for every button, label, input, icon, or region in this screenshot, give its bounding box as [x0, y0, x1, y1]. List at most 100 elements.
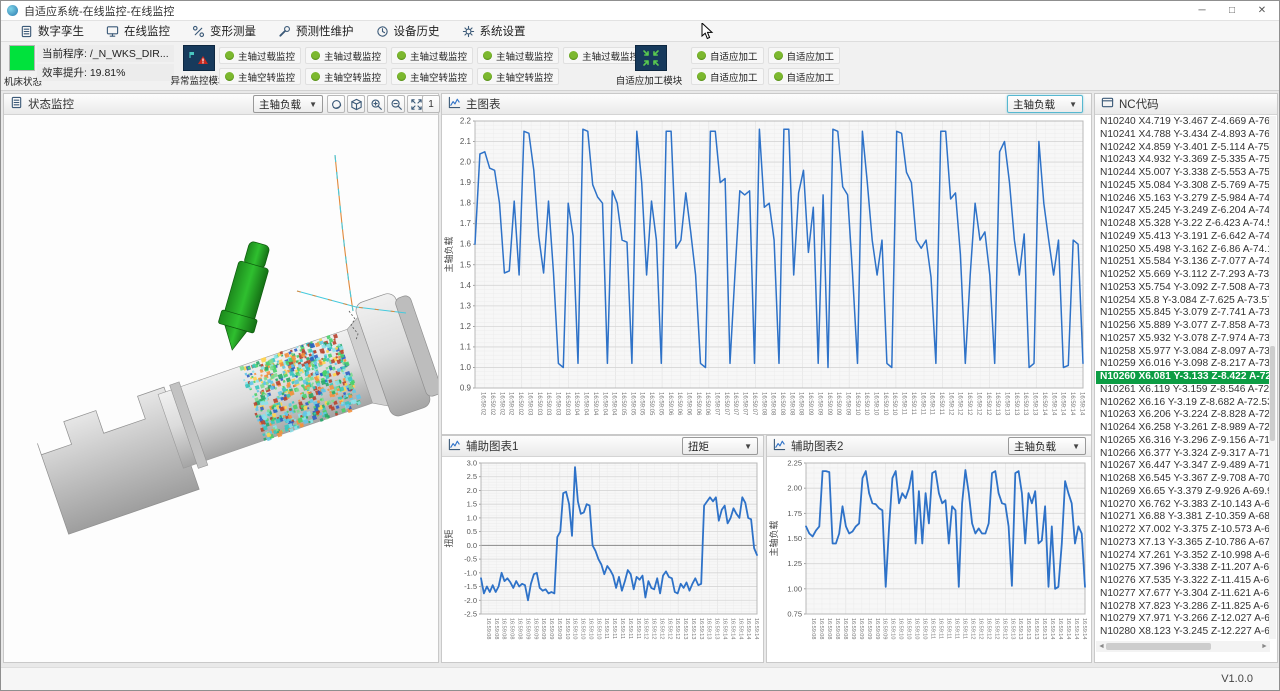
- main-chart-canvas[interactable]: 0.91.01.11.21.31.41.51.61.71.81.92.02.12…: [443, 115, 1091, 439]
- menu-item-system-settings[interactable]: 系统设置: [451, 21, 537, 41]
- nc-line[interactable]: N10272 X7.002 Y-3.375 Z-10.573 A-68.05: [1096, 524, 1271, 537]
- svg-text:16:59:10: 16:59:10: [898, 618, 904, 639]
- idle-monitor-chip[interactable]: 主轴空转监控: [391, 68, 473, 85]
- nc-vscroll-thumb[interactable]: [1270, 346, 1275, 441]
- nc-line[interactable]: N10263 X6.206 Y-3.224 Z-8.828 A-72.33 C: [1096, 409, 1271, 422]
- adaptive-module-icon[interactable]: [635, 45, 667, 71]
- svg-text:16:59:14: 16:59:14: [745, 618, 751, 639]
- nc-code-list[interactable]: N10240 X4.719 Y-3.467 Z-4.669 A-76.396N1…: [1096, 116, 1271, 639]
- adaptive-job-chip[interactable]: 自适应加工: [768, 68, 841, 85]
- nc-line[interactable]: N10247 X5.245 Y-3.249 Z-6.204 A-74.701: [1096, 205, 1271, 218]
- nc-line[interactable]: N10268 X6.545 Y-3.367 Z-9.708 A-70.519: [1096, 473, 1271, 486]
- adaptive-job-chip[interactable]: 自适应加工: [691, 68, 764, 85]
- nc-line[interactable]: N10264 X6.258 Y-3.261 Z-8.989 A-72.072: [1096, 422, 1271, 435]
- nc-line[interactable]: N10245 X5.084 Y-3.308 Z-5.769 A-75.088: [1096, 180, 1271, 193]
- iso-view-button[interactable]: [347, 95, 365, 113]
- nc-line[interactable]: N10262 X6.16 Y-3.19 Z-8.682 A-72.534 C: [1096, 397, 1271, 410]
- nc-line[interactable]: N10269 X6.65 Y-3.379 Z-9.926 A-69.947 C: [1096, 486, 1271, 499]
- aux-chart1-selector[interactable]: 扭矩▼: [682, 437, 758, 455]
- nc-line[interactable]: N10278 X7.823 Y-3.286 Z-11.825 A-63.73: [1096, 601, 1271, 614]
- menu-item-digital-twin[interactable]: 数字孪生: [9, 21, 95, 41]
- svg-text:1.0: 1.0: [460, 363, 472, 372]
- nc-line[interactable]: N10266 X6.377 Y-3.324 Z-9.317 A-71.443: [1096, 448, 1271, 461]
- adaptive-job-chip[interactable]: 自适应加工: [691, 47, 764, 64]
- nc-line[interactable]: N10254 X5.8 Y-3.084 Z-7.625 A-73.571 C: [1096, 295, 1271, 308]
- aux-chart2-selector[interactable]: 主轴负载▼: [1008, 437, 1086, 455]
- nc-line[interactable]: N10280 X8.123 Y-3.245 Z-12.227 A-62.23: [1096, 626, 1271, 639]
- nc-line[interactable]: N10258 X5.977 Y-3.084 Z-8.097 A-73.138: [1096, 346, 1271, 359]
- overload-monitor-chip[interactable]: 主轴过载监控: [391, 47, 473, 64]
- nc-line[interactable]: N10276 X7.535 Y-3.322 Z-11.415 A-65.22: [1096, 575, 1271, 588]
- close-button[interactable]: ✕: [1247, 1, 1277, 20]
- svg-text:2.0: 2.0: [460, 158, 472, 167]
- nc-line[interactable]: N10248 X5.328 Y-3.22 Z-6.423 A-74.52 C: [1096, 218, 1271, 231]
- svg-text:16:59:08: 16:59:08: [834, 618, 840, 639]
- nc-line-selected[interactable]: N10260 X6.081 Y-3.133 Z-8.422 A-72.835: [1096, 371, 1271, 384]
- nc-line[interactable]: N10261 X6.119 Y-3.159 Z-8.546 A-72.701: [1096, 384, 1271, 397]
- nc-line[interactable]: N10252 X5.669 Y-3.112 Z-7.293 A-73.844: [1096, 269, 1271, 282]
- menu-item-online-monitor[interactable]: 在线监控: [95, 21, 181, 41]
- nc-line[interactable]: N10244 X5.007 Y-3.338 Z-5.553 A-75.297: [1096, 167, 1271, 180]
- status-dot-icon: [569, 51, 578, 60]
- zoom-out-button[interactable]: [387, 95, 405, 113]
- nc-line[interactable]: N10250 X5.498 Y-3.162 Z-6.86 A-74.178 C: [1096, 244, 1271, 257]
- scroll-right-arrow[interactable]: ►: [1260, 642, 1269, 651]
- menu-item-deform-measure[interactable]: 变形测量: [181, 21, 267, 41]
- nc-line[interactable]: N10246 X5.163 Y-3.279 Z-5.984 A-74.892: [1096, 193, 1271, 206]
- nc-line[interactable]: N10251 X5.584 Y-3.136 Z-7.077 A-74.012: [1096, 256, 1271, 269]
- nc-line[interactable]: N10257 X5.932 Y-3.078 Z-7.974 A-73.243: [1096, 333, 1271, 346]
- svg-text:16:59:04: 16:59:04: [583, 392, 589, 416]
- nc-hscroll-thumb[interactable]: [1106, 643, 1211, 650]
- nc-line[interactable]: N10274 X7.261 Y-3.352 Z-10.998 A-66.67: [1096, 550, 1271, 563]
- nc-line[interactable]: N10267 X6.447 Y-3.347 Z-9.489 A-71.055: [1096, 460, 1271, 473]
- main-chart-selector[interactable]: 主轴负载▼: [1007, 95, 1083, 113]
- nc-line[interactable]: N10271 X6.88 Y-3.381 Z-10.359 A-68.711: [1096, 511, 1271, 524]
- nc-line[interactable]: N10279 X7.971 Y-3.266 Z-12.027 A-62.98: [1096, 613, 1271, 626]
- nc-line[interactable]: N10275 X7.396 Y-3.338 Z-11.207 A-65.95: [1096, 562, 1271, 575]
- svg-text:16:59:08: 16:59:08: [493, 618, 499, 639]
- nc-line[interactable]: N10270 X6.762 Y-3.383 Z-10.143 A-69.34: [1096, 499, 1271, 512]
- aux-chart1-canvas[interactable]: -2.5-2.0-1.5-1.0-0.50.00.51.01.52.02.53.…: [443, 457, 763, 667]
- menu-item-device-history[interactable]: 设备历史: [365, 21, 451, 41]
- nc-line[interactable]: N10255 X5.845 Y-3.079 Z-7.741 A-73.458: [1096, 307, 1271, 320]
- chip-label: 主轴空转监控: [410, 70, 467, 84]
- idle-monitor-chip[interactable]: 主轴空转监控: [305, 68, 387, 85]
- zoom-in-button[interactable]: [367, 95, 385, 113]
- view-index-button[interactable]: 1: [422, 95, 440, 113]
- nc-line[interactable]: N10253 X5.754 Y-3.092 Z-7.508 A-73.677: [1096, 282, 1271, 295]
- nc-line[interactable]: N10256 X5.889 Y-3.077 Z-7.858 A-73.348: [1096, 320, 1271, 333]
- idle-monitor-chip[interactable]: 主轴空转监控: [219, 68, 301, 85]
- aux-chart2-canvas[interactable]: 0.751.001.251.501.752.002.2516:59:0816:5…: [768, 457, 1091, 667]
- nc-line[interactable]: N10277 X7.677 Y-3.304 Z-11.621 A-64.48: [1096, 588, 1271, 601]
- nc-line[interactable]: N10240 X4.719 Y-3.467 Z-4.669 A-76.396: [1096, 116, 1271, 129]
- overload-monitor-chip[interactable]: 主轴过载监控: [305, 47, 387, 64]
- aux-chart1-selector-value: 扭矩: [688, 439, 709, 454]
- current-program-row: 当前程序: /_N_WKS_DIR...: [37, 45, 174, 62]
- menu-item-predictive-maintenance[interactable]: 预测性维护: [267, 21, 365, 41]
- nc-horizontal-scrollbar[interactable]: ◄ ►: [1096, 641, 1270, 652]
- 3d-viewport[interactable]: [4, 115, 438, 662]
- svg-text:16:59:14: 16:59:14: [1041, 392, 1047, 416]
- nc-line[interactable]: N10243 X4.932 Y-3.369 Z-5.335 A-75.523: [1096, 154, 1271, 167]
- svg-text:16:59:10: 16:59:10: [863, 392, 869, 416]
- nc-line[interactable]: N10273 X7.13 Y-3.365 Z-10.786 A-67.372: [1096, 537, 1271, 550]
- nc-vertical-scrollbar[interactable]: [1269, 116, 1276, 639]
- nc-line[interactable]: N10249 X5.413 Y-3.191 Z-6.642 A-74.346: [1096, 231, 1271, 244]
- nc-line[interactable]: N10241 X4.788 Y-3.434 Z-4.893 A-76.062: [1096, 129, 1271, 142]
- current-program-label: 当前程序:: [42, 48, 87, 60]
- nc-line[interactable]: N10242 X4.859 Y-3.401 Z-5.114 A-75.775: [1096, 142, 1271, 155]
- minimize-button[interactable]: ─: [1187, 1, 1217, 20]
- view-data-selector[interactable]: 主轴负载▼: [253, 95, 323, 113]
- adaptive-job-chip[interactable]: 自适应加工: [768, 47, 841, 64]
- orbit-view-button[interactable]: [327, 95, 345, 113]
- maximize-button[interactable]: □: [1217, 1, 1247, 20]
- idle-monitor-chip[interactable]: 主轴空转监控: [477, 68, 559, 85]
- nc-line[interactable]: N10265 X6.316 Y-3.296 Z-9.156 A-71.771: [1096, 435, 1271, 448]
- svg-text:16:59:12: 16:59:12: [674, 618, 680, 639]
- scroll-left-arrow[interactable]: ◄: [1097, 642, 1106, 651]
- overload-monitor-chip[interactable]: 主轴过载监控: [563, 47, 645, 64]
- nc-line[interactable]: N10259 X6.016 Y-3.098 Z-8.217 A-73.036: [1096, 358, 1271, 371]
- overload-monitor-chip[interactable]: 主轴过载监控: [477, 47, 559, 64]
- anomaly-module-icon[interactable]: [183, 45, 215, 71]
- overload-monitor-chip[interactable]: 主轴过载监控: [219, 47, 301, 64]
